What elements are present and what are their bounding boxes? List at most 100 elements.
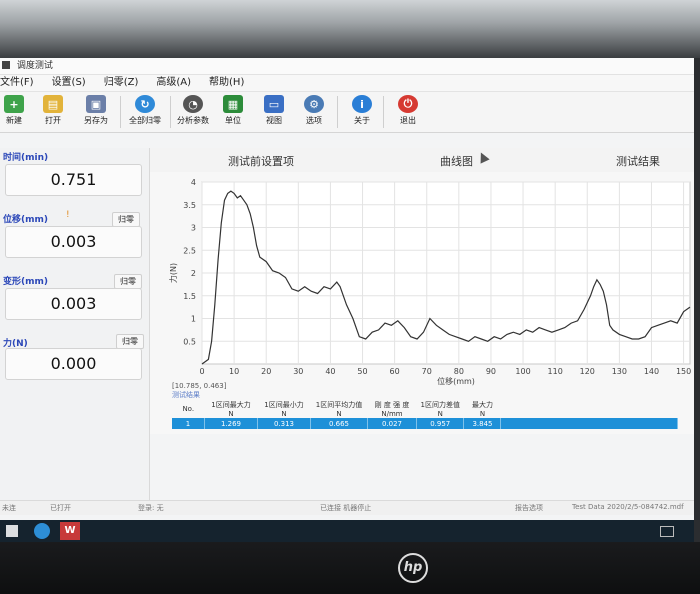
- col-no: No.: [182, 405, 195, 413]
- tab-curve[interactable]: 曲线图: [440, 153, 473, 169]
- new-button[interactable]: + 新建: [2, 94, 26, 130]
- cell-stiffness: 0.027: [367, 418, 417, 429]
- y-tick-label: 4: [191, 178, 196, 187]
- analysis-button[interactable]: ◔ 分析参数: [174, 94, 212, 130]
- y-tick-label: 2.5: [183, 246, 196, 255]
- gear-icon: ⚙: [304, 95, 324, 113]
- y-tick-label: 3: [191, 224, 196, 233]
- save-icon: ▣: [86, 95, 106, 113]
- tab-test-results[interactable]: 测试结果: [616, 153, 660, 169]
- app-icon: [2, 61, 10, 69]
- x-tick-label: 0: [199, 367, 204, 376]
- toolbar-separator: [120, 96, 121, 128]
- displacement-label: 位移(mm): [3, 215, 48, 225]
- x-tick-label: 120: [580, 367, 595, 376]
- status-left1: 未连: [2, 504, 16, 512]
- toolbar-separator: [383, 96, 384, 128]
- menu-advanced[interactable]: 高级(A): [156, 75, 191, 91]
- displacement-value: 0.003: [5, 226, 142, 258]
- cell-peak-force: 3.845: [463, 418, 502, 429]
- status-report: 报告选项: [515, 504, 543, 512]
- about-button[interactable]: i 关于: [348, 94, 376, 130]
- view-button[interactable]: ▭ 视图: [260, 94, 288, 130]
- unit-button[interactable]: ▦ 单位: [220, 94, 246, 130]
- time-value: 0.751: [5, 164, 142, 196]
- readout-panel: 时间(min) 0.751 位移(mm) ! 归零 0.003 变形(mm) 归…: [0, 148, 150, 503]
- zero-all-button[interactable]: ↻ 全部归零: [124, 94, 166, 130]
- y-tick-label: 1.5: [183, 292, 196, 301]
- test-app-taskbar-icon[interactable]: W: [60, 522, 80, 540]
- menu-settings[interactable]: 设置(S): [52, 75, 86, 91]
- status-file: Test Data 2020/2/5-084742.mdf: [572, 503, 684, 511]
- monitor-bezel-top: [0, 0, 700, 58]
- new-file-icon: +: [4, 95, 24, 113]
- y-tick-label: 3.5: [183, 201, 196, 210]
- col-avg-force: 1区间平均力值 N: [315, 401, 363, 418]
- status-login: 登录: 无: [138, 504, 164, 512]
- x-tick-label: 150: [676, 367, 691, 376]
- deformation-zero-button[interactable]: 归零: [114, 274, 142, 289]
- y-axis-label: 力(N): [168, 263, 178, 283]
- info-icon: i: [352, 95, 372, 113]
- x-tick-label: 140: [644, 367, 659, 376]
- y-tick-label: 0.5: [183, 337, 196, 346]
- chart-canvas: 0 10 20 30 40 50 60 70 80 90 100 110 120 130 140 150 0.5…: [168, 178, 691, 390]
- browser-icon[interactable]: [34, 523, 50, 539]
- x-tick-label: 70: [422, 367, 432, 376]
- cell-max-force: 1.269: [204, 418, 258, 429]
- force-zero-button[interactable]: 归零: [116, 334, 144, 349]
- x-tick-label: 110: [548, 367, 563, 376]
- hp-logo-icon: hp: [398, 553, 428, 583]
- save-as-button[interactable]: ▣ 另存为: [80, 94, 112, 130]
- row-no: 1: [172, 418, 205, 429]
- folder-icon: ▤: [43, 95, 63, 113]
- menu-help[interactable]: 帮助(H): [209, 75, 244, 91]
- cursor-readout: [10.785, 0.463]: [172, 382, 227, 390]
- x-tick-label: 90: [486, 367, 496, 376]
- status-bar: 未连 已打开 登录: 无 已连接 机器停止 报告选项 Test Data 202…: [0, 500, 694, 515]
- y-tick-label: 2: [191, 269, 196, 278]
- options-button[interactable]: ⚙ 选项: [300, 94, 328, 130]
- cell-force-diff: 0.957: [416, 418, 465, 429]
- tab-pre-test-settings[interactable]: 测试前设置项: [228, 153, 294, 169]
- refresh-icon: ↻: [135, 95, 155, 113]
- exit-button[interactable]: ⏻ 退出: [394, 94, 422, 130]
- x-tick-label: 60: [390, 367, 400, 376]
- col-stiffness: 刚 度 强 度 N/mm: [374, 401, 410, 418]
- menu-zero[interactable]: 归零(Z): [104, 75, 139, 91]
- warning-icon: !: [66, 210, 70, 220]
- x-tick-label: 30: [293, 367, 303, 376]
- open-button[interactable]: ▤ 打开: [40, 94, 66, 130]
- menu-file[interactable]: 文件(F): [0, 75, 34, 91]
- toolbar-separator: [337, 96, 338, 128]
- x-tick-label: 130: [612, 367, 627, 376]
- deformation-label: 变形(mm): [3, 277, 48, 287]
- x-tick-label: 40: [325, 367, 335, 376]
- window-title: 调度测试: [16, 61, 53, 71]
- x-tick-label: 10: [229, 367, 239, 376]
- x-tick-label: 50: [357, 367, 367, 376]
- cell-avg-force: 0.665: [310, 418, 368, 429]
- monitor-bezel-bottom: [0, 542, 700, 594]
- time-label: 时间(min): [3, 153, 49, 163]
- x-tick-label: 100: [515, 367, 530, 376]
- keyboard-icon[interactable]: [660, 526, 674, 537]
- displacement-zero-button[interactable]: 归零: [112, 212, 140, 227]
- menu-bar: 文件(F) 设置(S) 归零(Z) 高级(A) 帮助(H): [0, 75, 694, 92]
- x-axis-label: 位移(mm): [437, 376, 475, 386]
- toolbar: + 新建 ▤ 打开 ▣ 另存为 ↻ 全部归零 ◔ 分析参数 ▦ 单位 ▭ 视图: [0, 92, 694, 133]
- col-peak-force: 最大力 N: [471, 401, 493, 418]
- windows-start-icon[interactable]: [6, 525, 18, 537]
- results-header-row: No. 1区间最大力 N 1区间最小力 N 1区间平均力值 N 刚 度 强 度 …: [172, 400, 678, 418]
- results-title: 测试结果: [172, 391, 200, 399]
- table-row[interactable]: 1 1.269 0.313 0.665 0.027 0.957 3.845: [172, 418, 679, 429]
- col-max-force: 1区间最大力 N: [211, 401, 251, 418]
- deformation-value: 0.003: [5, 288, 142, 320]
- tab-bar: 测试前设置项 曲线图 测试结果: [150, 148, 694, 173]
- taskbar: W: [0, 520, 694, 542]
- view-icon: ▭: [264, 95, 284, 113]
- empty-cell: [500, 418, 679, 429]
- col-force-diff: 1区间力差值 N: [420, 401, 460, 418]
- results-section: 测试结果 No. 1区间最大力 N 1区间最小力 N 1区间平均力值 N 刚 度…: [150, 390, 694, 500]
- x-tick-label: 80: [454, 367, 464, 376]
